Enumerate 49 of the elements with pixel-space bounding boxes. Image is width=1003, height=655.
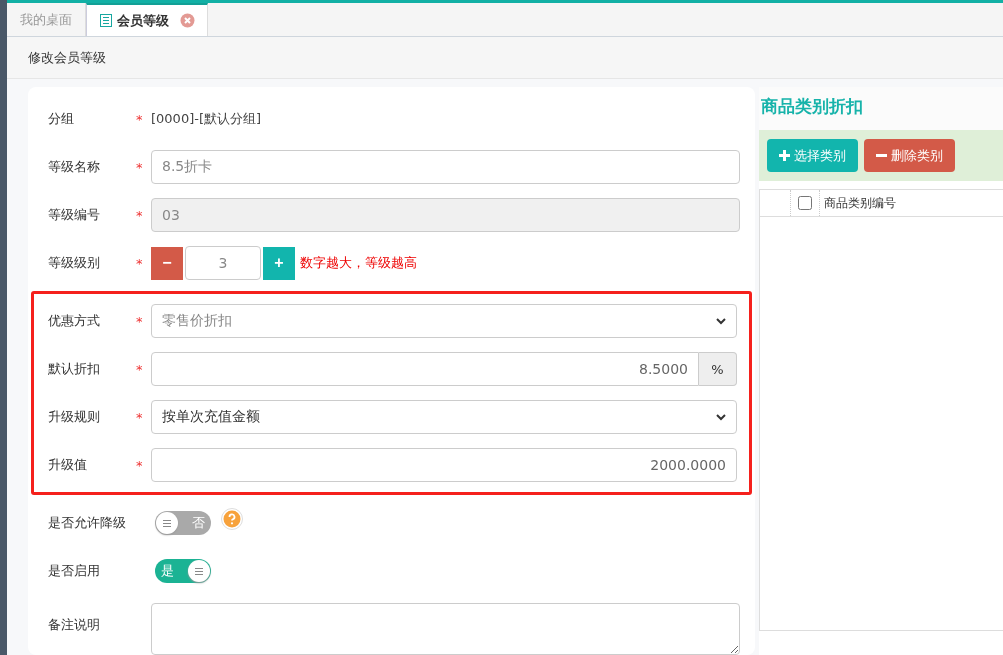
number-field[interactable]: 3 (185, 246, 261, 280)
select-all-checkbox[interactable] (798, 196, 812, 210)
notes-field[interactable] (151, 603, 740, 655)
field-label: 是否启用 (47, 562, 101, 580)
required-mark: * (136, 207, 143, 223)
minus-icon (876, 154, 887, 157)
required-mark: * (136, 457, 143, 473)
list-icon (100, 14, 112, 28)
page-title: 修改会员等级 (28, 48, 106, 67)
select-category-button[interactable]: 选择类别 (767, 139, 858, 172)
delete-category-button[interactable]: 删除类别 (864, 139, 955, 172)
increment-button[interactable]: + (263, 246, 295, 280)
field-label: 升级规则 (48, 408, 101, 426)
required-mark: * (136, 313, 143, 329)
plus-icon (779, 150, 790, 161)
required-mark: * (136, 111, 143, 127)
text-field[interactable]: 8.5折卡 (151, 150, 740, 184)
field-label: 升级值 (48, 456, 88, 474)
field-label: 分组 (47, 110, 75, 128)
help-icon[interactable] (221, 508, 243, 530)
grip-lines-icon (163, 519, 171, 527)
decrement-button[interactable]: − (151, 246, 183, 280)
grip-lines-icon (195, 567, 203, 575)
toggle-switch[interactable]: 否 (155, 511, 211, 535)
field-label: 备注说明 (47, 616, 101, 634)
field-label: 等级编号 (47, 206, 101, 224)
select-field[interactable]: 零售价折扣 (151, 304, 737, 338)
group-value: [0000]-[默认分组] (151, 110, 262, 128)
percent-addon: % (699, 352, 737, 386)
number-field[interactable]: 2000.0000 (151, 448, 737, 482)
chevron-down-icon (716, 413, 726, 421)
field-label: 是否允许降级 (47, 514, 127, 532)
close-icon[interactable] (180, 13, 195, 29)
discount-field[interactable]: 8.5000 (151, 352, 699, 386)
column-header: 商品类别编号 (823, 194, 896, 212)
field-label: 等级级别 (47, 254, 101, 272)
panel-title: 商品类别折扣 (759, 87, 1003, 130)
required-mark: * (136, 159, 143, 175)
required-mark: * (136, 361, 143, 377)
toggle-switch[interactable]: 是 (155, 559, 211, 583)
tab[interactable]: 会员等级 (86, 3, 208, 37)
field-label: 默认折扣 (48, 360, 101, 378)
field-label: 等级名称 (47, 158, 101, 176)
select-field[interactable]: 按单次充值金额 (151, 400, 737, 434)
hint-text: 数字越大，等级越高 (300, 254, 417, 272)
chevron-down-icon (716, 317, 726, 325)
field-label: 优惠方式 (48, 312, 101, 330)
required-mark: * (136, 409, 143, 425)
required-mark: * (136, 255, 143, 271)
